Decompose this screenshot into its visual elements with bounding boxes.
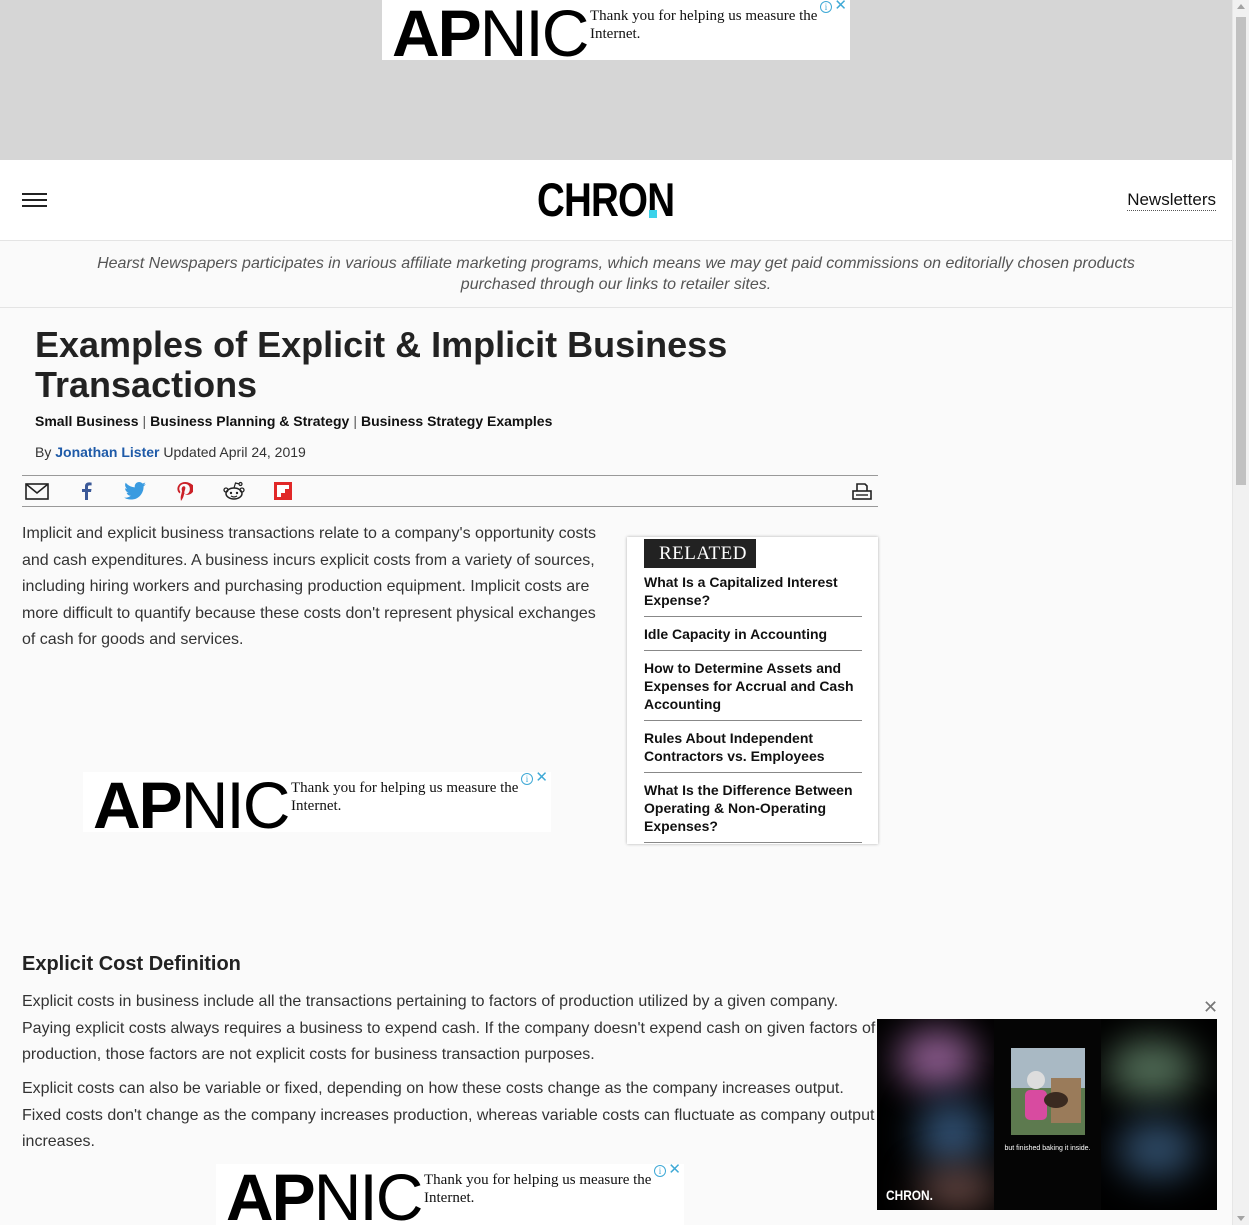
video-close-icon[interactable]: ✕ <box>1203 997 1218 1018</box>
updated-date: Updated April 24, 2019 <box>163 444 306 460</box>
body-paragraph: Explicit costs in business include all t… <box>22 993 876 1063</box>
video-thumbnail <box>1011 1048 1085 1135</box>
video-blur-background <box>917 1099 987 1169</box>
site-header: CHRON Newsletters <box>0 160 1232 241</box>
breadcrumb: Small Business | Business Planning & Strat… <box>35 413 553 429</box>
breadcrumb-small-business[interactable]: Small Business <box>35 413 139 429</box>
ad-info-icon[interactable]: i <box>820 1 832 13</box>
print-icon[interactable] <box>850 481 874 501</box>
twitter-icon[interactable] <box>123 481 147 501</box>
menu-icon[interactable] <box>22 193 47 208</box>
related-link[interactable]: How to Determine Assets and Expenses for… <box>644 659 862 721</box>
related-list: What Is a Capitalized Interest Expense? … <box>644 573 862 851</box>
ad-close-icon[interactable]: ✕ <box>668 1164 681 1178</box>
breadcrumb-strategy-examples[interactable]: Business Strategy Examples <box>361 413 552 429</box>
ad-message: Thank you for helping us measure the Int… <box>291 780 519 814</box>
related-link[interactable]: Idle Capacity in Accounting <box>644 625 862 651</box>
video-blur-background <box>1117 1119 1197 1179</box>
pinterest-icon[interactable] <box>173 481 197 501</box>
video-blur-background <box>1107 1039 1197 1099</box>
apnic-logo: APNIC <box>93 772 290 832</box>
author-link[interactable]: Jonathan Lister <box>55 444 159 460</box>
video-blur-background <box>897 1029 977 1089</box>
section-heading: Explicit Cost Definition <box>22 953 241 975</box>
related-label: RELATED <box>644 539 756 568</box>
ad-info-icon[interactable]: i <box>521 773 533 785</box>
ad-message: Thank you for helping us measure the Int… <box>424 1172 652 1206</box>
top-ad-band: APNIC Thank you for helping us measure t… <box>0 0 1232 160</box>
banner-ad-top[interactable]: APNIC Thank you for helping us measure t… <box>382 0 850 60</box>
email-icon[interactable] <box>25 481 49 501</box>
video-frame: but finished baking it inside. <box>994 1019 1101 1210</box>
apnic-logo: APNIC <box>226 1164 423 1225</box>
ad-close-icon[interactable]: ✕ <box>834 0 847 14</box>
floating-video-player[interactable]: but finished baking it inside. CHRON. <box>877 1019 1217 1210</box>
scroll-up-arrow-icon[interactable] <box>1237 4 1245 9</box>
flipboard-icon[interactable] <box>271 481 295 501</box>
facebook-icon[interactable] <box>74 481 98 501</box>
intro-paragraph: Implicit and explicit business transacti… <box>22 525 596 648</box>
inline-ad-2[interactable]: APNIC Thank you for helping us measure t… <box>216 1164 684 1225</box>
ad-info-icon[interactable]: i <box>654 1165 666 1177</box>
article-title: Examples of Explicit & Implicit Business… <box>35 324 728 405</box>
related-link[interactable]: Rules About Independent Contractors vs. … <box>644 729 862 773</box>
related-box: RELATED What Is a Capitalized Interest E… <box>627 537 878 844</box>
byline: By Jonathan Lister Updated April 24, 201… <box>35 444 306 460</box>
scroll-down-arrow-icon[interactable] <box>1237 1216 1245 1221</box>
scrollbar-thumb[interactable] <box>1236 17 1246 485</box>
newsletters-link[interactable]: Newsletters <box>1127 190 1216 211</box>
logo-accent-dot <box>649 210 657 218</box>
byline-prefix: By <box>35 444 52 460</box>
inline-ad-1[interactable]: APNIC Thank you for helping us measure t… <box>83 772 551 832</box>
ad-message: Thank you for helping us measure the Int… <box>590 8 818 42</box>
reddit-icon[interactable] <box>222 481 246 501</box>
apnic-logo: APNIC <box>392 0 589 60</box>
body-paragraph: Explicit costs can also be variable or f… <box>22 1080 875 1150</box>
share-bar <box>22 475 878 507</box>
related-link[interactable]: What Is the Difference Between Operating… <box>644 781 862 843</box>
page-scrollbar[interactable] <box>1232 0 1249 1225</box>
related-link[interactable]: What Is a Capitalized Interest Expense? <box>644 573 862 617</box>
ad-close-icon[interactable]: ✕ <box>535 772 548 786</box>
breadcrumb-business-planning[interactable]: Business Planning & Strategy <box>150 413 349 429</box>
video-caption: but finished baking it inside. <box>1004 1145 1091 1152</box>
video-chron-logo: CHRON. <box>886 1187 933 1203</box>
affiliate-disclaimer: Hearst Newspapers participates in variou… <box>0 241 1232 308</box>
